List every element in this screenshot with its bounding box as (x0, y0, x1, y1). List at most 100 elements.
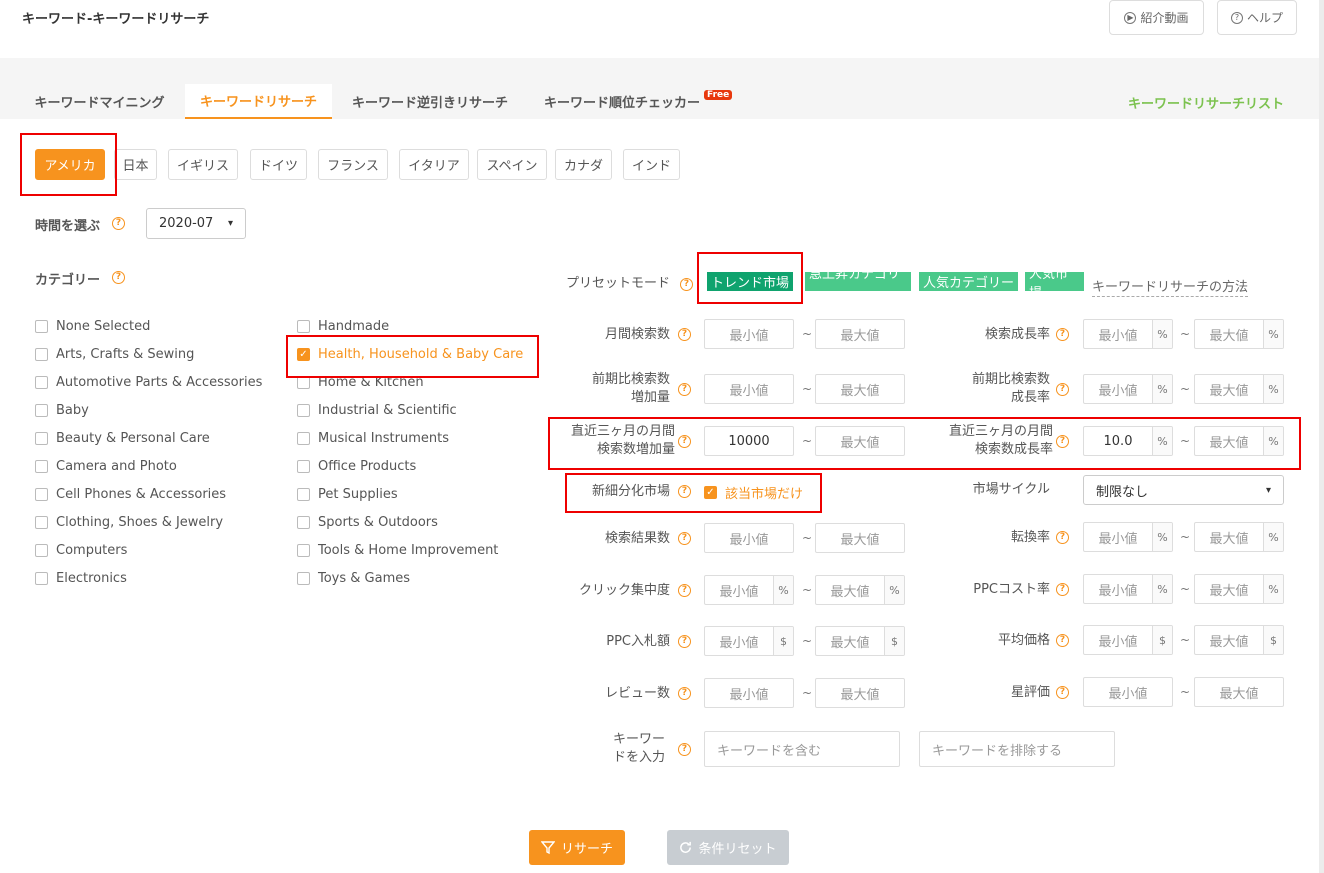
category-checkbox[interactable]: Clothing, Shoes & Jewelry (35, 512, 223, 532)
category-checkbox[interactable]: Handmade (297, 316, 389, 336)
range-tilde: ~ (1180, 582, 1191, 596)
intro-video-button[interactable]: ▶ 紹介動画 (1109, 0, 1204, 35)
market-cycle-select[interactable]: 制限なし ▾ (1083, 475, 1284, 505)
category-checkbox[interactable]: Industrial & Scientific (297, 400, 457, 420)
result-count-min[interactable]: 最小値 (704, 523, 794, 553)
search-growth-min[interactable]: 最小値% (1083, 319, 1173, 349)
keyword-exclude-input[interactable]: キーワードを排除する (919, 731, 1115, 767)
preset-rising-category[interactable]: 急上昇カテゴリー (805, 267, 911, 301)
monthly-search-min[interactable]: 最小値 (704, 319, 794, 349)
category-checkbox[interactable]: None Selected (35, 316, 150, 336)
help-icon[interactable]: ? (678, 532, 691, 545)
category-checkbox[interactable]: Beauty & Personal Care (35, 428, 210, 448)
country-uk-button[interactable]: イギリス (168, 149, 238, 180)
click-concentration-label: クリック集中度 (578, 583, 670, 598)
category-checkbox[interactable]: Pet Supplies (297, 484, 398, 504)
rating-min[interactable]: 最小値 (1083, 677, 1173, 707)
prev-growth-max[interactable]: 最大値% (1194, 374, 1284, 404)
category-checkbox[interactable]: Toys & Games (297, 568, 410, 588)
preset-popular-category[interactable]: 人気カテゴリー (919, 272, 1018, 291)
time-select[interactable]: 2020-07 ▾ (146, 208, 246, 239)
avg-price-min[interactable]: 最小値 $ (1083, 625, 1173, 655)
help-icon[interactable]: ? (678, 635, 691, 648)
keyword-include-input[interactable]: キーワードを含む (704, 731, 900, 767)
highlight-box-preset (697, 252, 803, 304)
help-icon[interactable]: ? (1056, 328, 1069, 341)
category-checkbox[interactable]: Musical Instruments (297, 428, 449, 448)
country-canada-button[interactable]: カナダ (555, 149, 612, 180)
category-help-icon[interactable]: ? (112, 271, 125, 284)
range-tilde: ~ (802, 327, 813, 341)
click-concentration-min[interactable]: 最小値% (704, 575, 794, 605)
range-tilde: ~ (1180, 633, 1191, 647)
help-icon[interactable]: ? (1056, 634, 1069, 647)
research-list-link[interactable]: キーワードリサーチリスト (1128, 93, 1284, 112)
prev-increase-min[interactable]: 最小値 (704, 374, 794, 404)
category-checkbox[interactable]: Automotive Parts & Accessories (35, 372, 262, 392)
country-france-button[interactable]: フランス (318, 149, 388, 180)
prev-increase-max[interactable]: 最大値 (815, 374, 905, 404)
tab-rank-checker[interactable]: キーワード順位チェッカー (534, 84, 710, 119)
reviews-max[interactable]: 最大値 (815, 678, 905, 708)
category-checkbox[interactable]: Electronics (35, 568, 127, 588)
range-tilde: ~ (1180, 382, 1191, 396)
monthly-search-max[interactable]: 最大値 (815, 319, 905, 349)
play-icon: ▶ (1124, 11, 1137, 24)
help-icon[interactable]: ? (1056, 383, 1069, 396)
research-howto-link[interactable]: キーワードリサーチの方法 (1092, 279, 1249, 297)
help-icon[interactable]: ? (1056, 686, 1069, 699)
category-checkbox[interactable]: Computers (35, 540, 127, 560)
category-checkbox[interactable]: Office Products (297, 456, 416, 476)
help-icon[interactable]: ? (678, 584, 691, 597)
reviews-min[interactable]: 最小値 (704, 678, 794, 708)
research-button[interactable]: リサーチ (529, 830, 625, 865)
country-india-button[interactable]: インド (623, 149, 680, 180)
category-checkbox[interactable]: Baby (35, 400, 89, 420)
tab-reverse-research[interactable]: キーワード逆引きリサーチ (340, 84, 520, 119)
page-title: キーワード-キーワードリサーチ (22, 12, 210, 27)
category-checkbox[interactable]: Tools & Home Improvement (297, 540, 498, 560)
range-tilde: ~ (1180, 530, 1191, 544)
reset-button[interactable]: 条件リセット (667, 830, 789, 865)
preset-help-icon[interactable]: ? (680, 278, 693, 291)
category-checkbox[interactable]: Camera and Photo (35, 456, 177, 476)
search-growth-max[interactable]: 最大値% (1194, 319, 1284, 349)
help-icon[interactable]: ? (678, 743, 691, 756)
range-tilde: ~ (1180, 327, 1191, 341)
help-icon[interactable]: ? (678, 383, 691, 396)
tab-keyword-mining[interactable]: キーワードマイニング (22, 84, 177, 119)
help-button[interactable]: ? ヘルプ (1217, 0, 1297, 35)
category-checkbox[interactable]: Cell Phones & Accessories (35, 484, 226, 504)
conversion-min[interactable]: 最小値% (1083, 522, 1173, 552)
rating-max[interactable]: 最大値 (1194, 677, 1284, 707)
country-japan-button[interactable]: 日本 (114, 149, 157, 180)
ppc-bid-label: PPC入札額 (606, 634, 670, 649)
tab-keyword-research[interactable]: キーワードリサーチ (185, 84, 332, 119)
keyword-label: キーワー ドを入力 (612, 732, 665, 765)
country-spain-button[interactable]: スペイン (477, 149, 547, 180)
category-checkbox[interactable]: Arts, Crafts & Sewing (35, 344, 194, 364)
ppc-bid-max[interactable]: 最大値 $ (815, 626, 905, 656)
help-icon[interactable]: ? (678, 328, 691, 341)
conversion-label: 転換率 (1010, 530, 1050, 545)
ppc-bid-min[interactable]: 最小値 $ (704, 626, 794, 656)
conversion-max[interactable]: 最大値% (1194, 522, 1284, 552)
help-icon[interactable]: ? (1056, 531, 1069, 544)
range-tilde: ~ (1180, 685, 1191, 699)
avg-price-max[interactable]: 最大値 $ (1194, 625, 1284, 655)
click-concentration-max[interactable]: 最大値% (815, 575, 905, 605)
scrollbar[interactable] (1319, 0, 1324, 873)
ppc-cost-rate-max[interactable]: 最大値% (1194, 574, 1284, 604)
help-icon[interactable]: ? (678, 687, 691, 700)
result-count-max[interactable]: 最大値 (815, 523, 905, 553)
time-label: 時間を選ぶ (35, 219, 101, 234)
ppc-cost-rate-min[interactable]: 最小値% (1083, 574, 1173, 604)
help-icon[interactable]: ? (1056, 583, 1069, 596)
country-germany-button[interactable]: ドイツ (250, 149, 307, 180)
range-tilde: ~ (802, 382, 813, 396)
country-italy-button[interactable]: イタリア (399, 149, 469, 180)
time-help-icon[interactable]: ? (112, 217, 125, 230)
category-checkbox[interactable]: Sports & Outdoors (297, 512, 438, 532)
preset-popular-market[interactable]: 人気市場 (1025, 267, 1084, 301)
prev-growth-min[interactable]: 最小値% (1083, 374, 1173, 404)
